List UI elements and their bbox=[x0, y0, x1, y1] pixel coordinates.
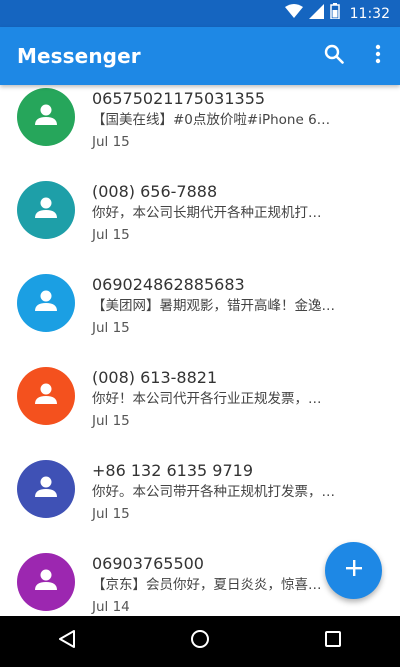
conversation-list[interactable]: 06575021175031355 【国美在线】#0点放价啦#iPhone 6…… bbox=[0, 85, 400, 616]
message-date: Jul 15 bbox=[92, 134, 130, 150]
message-date: Jul 15 bbox=[92, 506, 130, 522]
message-date: Jul 15 bbox=[92, 413, 130, 429]
app-title: Messenger bbox=[17, 44, 141, 68]
sender-name: 06903765500 bbox=[92, 554, 204, 573]
conversation-row[interactable]: 069024862885683 【美团网】暑期观影，错开高峰！金逸… Jul 1… bbox=[0, 268, 400, 361]
message-snippet: 你好。本公司带开各种正规机打发票，… bbox=[92, 484, 335, 500]
signal-icon bbox=[308, 3, 324, 24]
message-snippet: 【美团网】暑期观影，错开高峰！金逸… bbox=[92, 298, 335, 314]
message-date: Jul 14 bbox=[92, 599, 130, 615]
add-icon bbox=[345, 559, 363, 582]
avatar[interactable] bbox=[17, 181, 75, 239]
navigation-bar bbox=[0, 616, 400, 667]
new-message-button[interactable] bbox=[325, 542, 382, 599]
avatar[interactable] bbox=[17, 88, 75, 146]
search-button[interactable] bbox=[312, 34, 356, 78]
conversation-row[interactable]: (008) 613-8821 你好！本公司代开各行业正规发票，… Jul 15 bbox=[0, 361, 400, 454]
message-snippet: 【国美在线】#0点放价啦#iPhone 6… bbox=[92, 112, 331, 128]
person-icon bbox=[33, 474, 59, 505]
person-icon bbox=[33, 381, 59, 412]
message-snippet: 你好！本公司代开各行业正规发票，… bbox=[92, 391, 322, 407]
person-icon bbox=[33, 195, 59, 226]
message-snippet: 你好，本公司长期代开各种正规机打… bbox=[92, 205, 322, 221]
wifi-icon bbox=[284, 4, 303, 23]
more-vert-icon bbox=[375, 44, 381, 69]
status-bar: 11:32 bbox=[0, 0, 400, 27]
status-time: 11:32 bbox=[349, 5, 390, 22]
app-bar: Messenger bbox=[0, 27, 400, 85]
conversation-row[interactable]: +86 132 6135 9719 你好。本公司带开各种正规机打发票，… Jul… bbox=[0, 454, 400, 547]
person-icon bbox=[33, 102, 59, 133]
message-snippet: 【京东】会员你好，夏日炎炎，惊喜… bbox=[92, 577, 322, 593]
recents-button[interactable] bbox=[303, 616, 363, 667]
back-icon bbox=[57, 629, 77, 654]
sender-name: 06575021175031355 bbox=[92, 89, 266, 108]
conversation-row[interactable]: (008) 656-7888 你好，本公司长期代开各种正规机打… Jul 15 bbox=[0, 175, 400, 268]
message-date: Jul 15 bbox=[92, 320, 130, 336]
home-button[interactable] bbox=[170, 616, 230, 667]
person-icon bbox=[33, 288, 59, 319]
back-button[interactable] bbox=[37, 616, 97, 667]
battery-icon bbox=[329, 3, 340, 24]
recents-icon bbox=[324, 630, 342, 653]
search-icon bbox=[324, 44, 344, 69]
avatar[interactable] bbox=[17, 460, 75, 518]
conversation-row[interactable]: 06575021175031355 【国美在线】#0点放价啦#iPhone 6…… bbox=[0, 85, 400, 175]
avatar[interactable] bbox=[17, 274, 75, 332]
message-date: Jul 15 bbox=[92, 227, 130, 243]
sender-name: 069024862885683 bbox=[92, 275, 245, 294]
sender-name: (008) 656-7888 bbox=[92, 182, 218, 201]
home-icon bbox=[190, 629, 210, 654]
overflow-menu-button[interactable] bbox=[356, 34, 400, 78]
avatar[interactable] bbox=[17, 367, 75, 425]
person-icon bbox=[33, 567, 59, 598]
avatar[interactable] bbox=[17, 553, 75, 611]
sender-name: +86 132 6135 9719 bbox=[92, 461, 253, 480]
sender-name: (008) 613-8821 bbox=[92, 368, 218, 387]
